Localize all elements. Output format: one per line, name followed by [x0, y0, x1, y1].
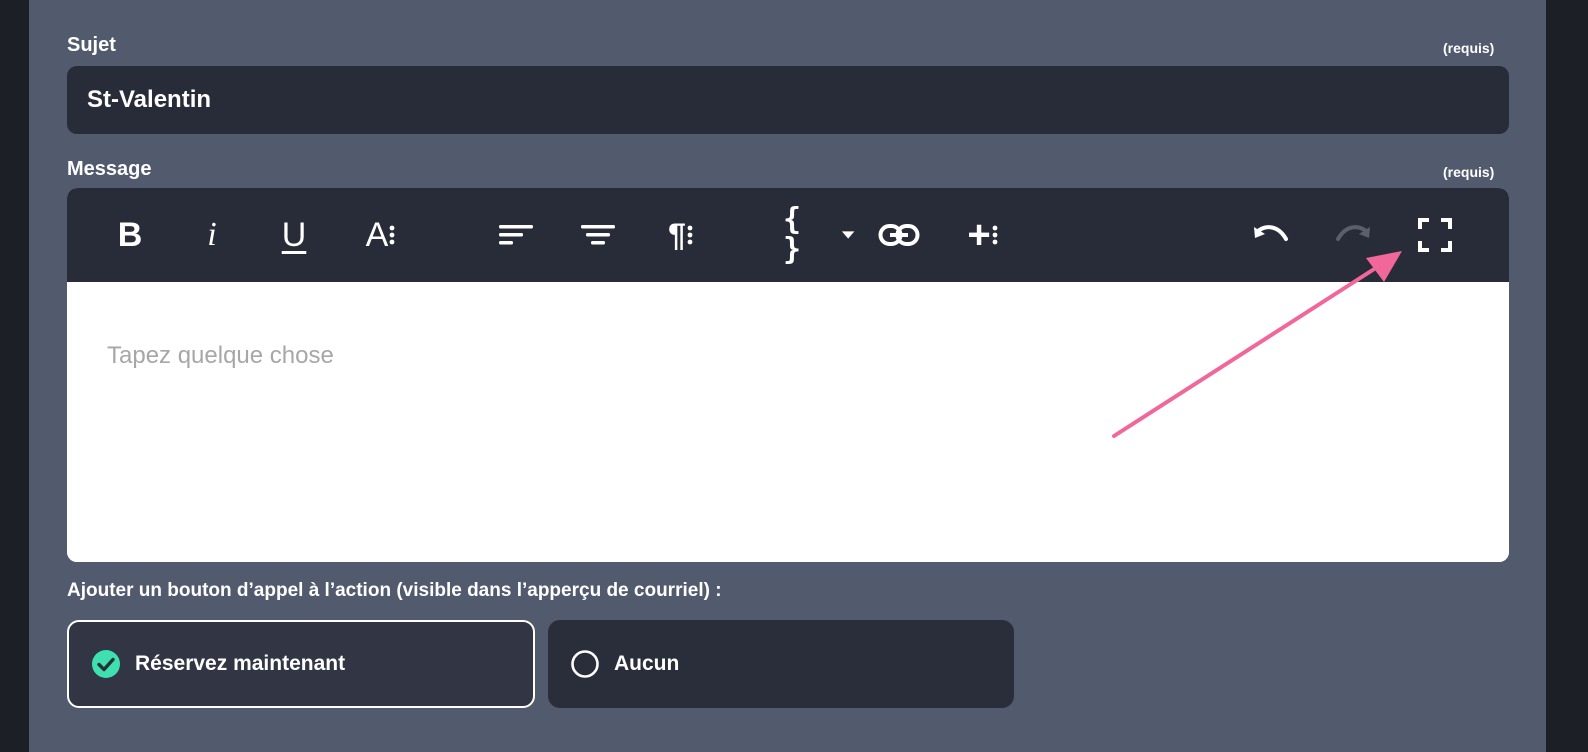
insert-button[interactable]: + — [961, 210, 1005, 260]
subject-input[interactable] — [67, 66, 1509, 134]
more-dots-icon — [389, 225, 395, 245]
underline-button[interactable]: U — [277, 210, 311, 260]
redo-button[interactable] — [1333, 210, 1373, 260]
bold-icon: B — [117, 216, 143, 254]
variables-button[interactable]: { } — [783, 205, 855, 265]
subject-required: (requis) — [1443, 40, 1495, 56]
align-left-icon — [499, 225, 533, 245]
underline-icon: U — [281, 216, 307, 254]
align-left-button[interactable] — [497, 210, 535, 260]
font-size-button[interactable]: A — [359, 210, 403, 260]
check-circle-icon — [92, 650, 120, 678]
cta-label: Ajouter un bouton d’appel à l’action (vi… — [67, 580, 722, 601]
message-label: Message — [67, 158, 152, 180]
font-size-icon: A — [365, 216, 389, 254]
fullscreen-button[interactable] — [1415, 210, 1455, 260]
bold-button[interactable]: B — [113, 210, 147, 260]
plus-icon: + — [967, 213, 991, 257]
paragraph-icon: ¶ — [668, 217, 686, 253]
radio-empty-icon — [571, 650, 599, 678]
braces-icon: { } — [783, 202, 804, 267]
more-dots-icon — [992, 225, 998, 245]
more-dots-icon — [687, 225, 693, 245]
link-icon — [878, 224, 920, 246]
cta-option-none[interactable]: Aucun — [548, 620, 1014, 708]
fullscreen-icon — [1418, 218, 1452, 252]
redo-icon — [1336, 225, 1370, 241]
subject-label: Sujet — [67, 34, 116, 56]
undo-icon — [1254, 225, 1288, 241]
italic-icon: i — [207, 216, 217, 253]
editor-placeholder: Tapez quelque chose — [107, 342, 334, 369]
align-center-button[interactable] — [579, 210, 617, 260]
link-button[interactable] — [877, 210, 921, 260]
undo-button[interactable] — [1251, 210, 1291, 260]
cta-option-label: Aucun — [614, 652, 680, 675]
paragraph-button[interactable]: ¶ — [661, 210, 701, 260]
editor-toolbar: B i U A ¶ {} + — [67, 188, 1509, 282]
align-center-icon — [581, 225, 615, 245]
message-required: (requis) — [1443, 164, 1495, 180]
editor-content-area[interactable]: Tapez quelque chose — [67, 282, 1509, 562]
italic-button[interactable]: i — [197, 210, 227, 260]
caret-down-icon — [841, 231, 855, 239]
form-panel: Sujet (requis) Message (requis) B i U A — [29, 0, 1546, 752]
rich-text-editor: B i U A ¶ {} + Tapez quelque chose — [67, 188, 1509, 562]
cta-option-label: Réservez maintenant — [135, 652, 346, 675]
cta-option-reserve[interactable]: Réservez maintenant — [67, 620, 535, 708]
